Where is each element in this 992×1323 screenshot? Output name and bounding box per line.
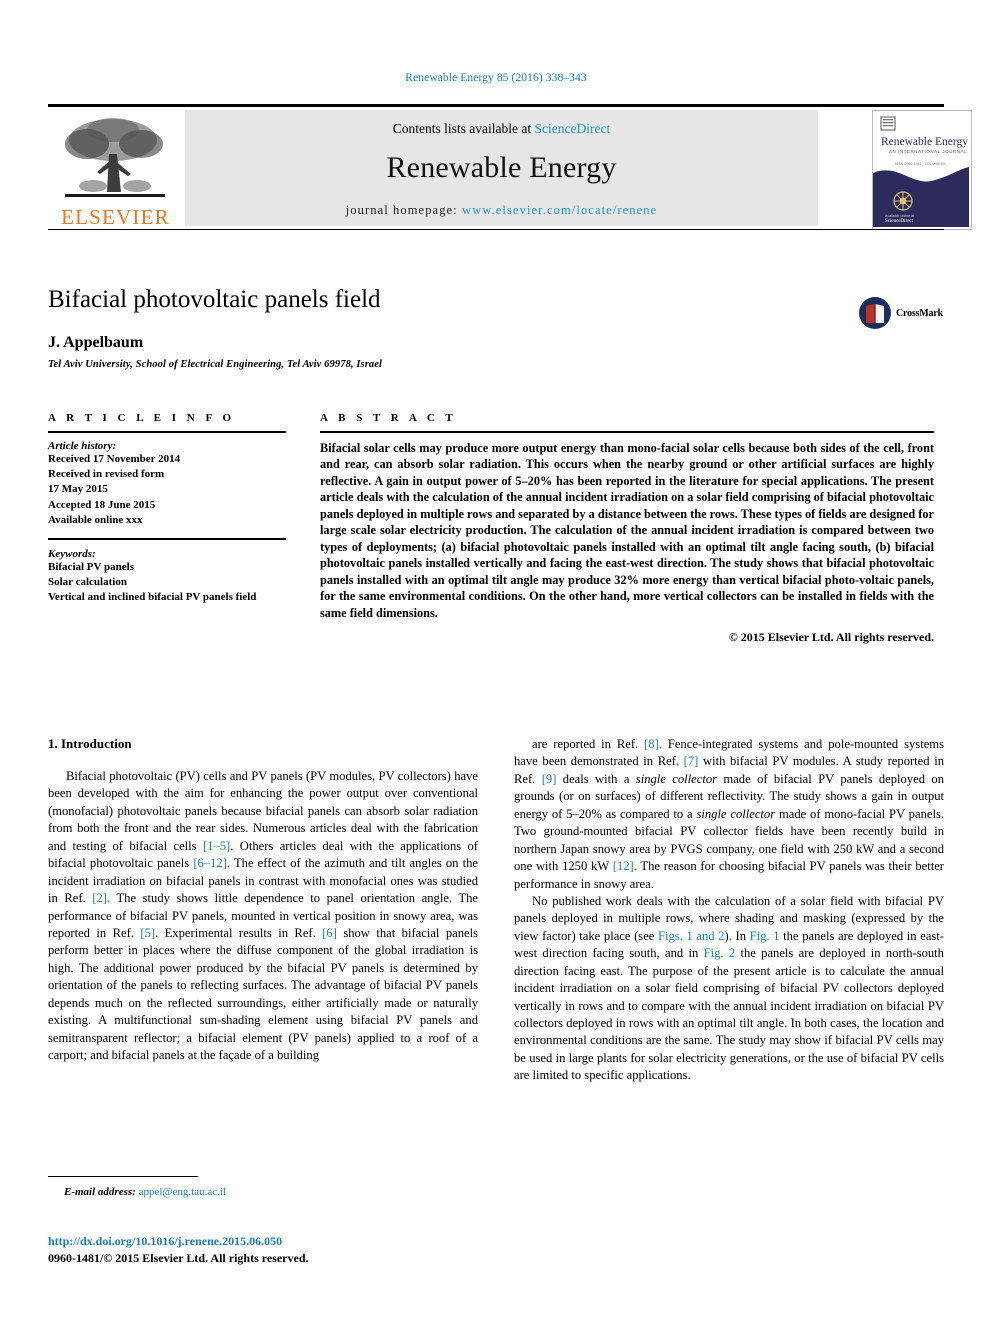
article-history-label: Article history: [48,440,117,452]
running-head: Renewable Energy 85 (2016) 338–343 [405,72,587,84]
contents-list-line: Contents lists available at ScienceDirec… [393,121,610,137]
journal-masthead: ELSEVIER Contents lists available at Sci… [48,104,972,232]
footnote-rule [48,1176,198,1177]
doi-link[interactable]: http://dx.doi.org/10.1016/j.renene.2015.… [48,1234,548,1249]
body-columns: 1. Introduction Bifacial photovoltaic (P… [48,736,944,1085]
info-abstract-row: A R T I C L E I N F O Article history: R… [48,412,944,645]
keyword-item: Solar calculation [48,576,127,589]
abstract-column: A B S T R A C T Bifacial solar cells may… [320,412,934,645]
journal-article-page: Renewable Energy 85 (2016) 338–343 ELSEV… [0,0,992,1323]
svg-text:AN INTERNATIONAL JOURNAL: AN INTERNATIONAL JOURNAL [889,149,967,154]
elsevier-tree-icon [64,118,165,197]
article-info-column: A R T I C L E I N F O Article history: R… [48,412,286,645]
homepage-url-link[interactable]: www.elsevier.com/locate/renene [462,203,657,217]
history-item: Received 17 November 2014 [48,453,181,465]
intro-paragraph-left: Bifacial photovoltaic (PV) cells and PV … [48,769,479,1062]
email-link[interactable]: appel@eng.tau.ac.il [139,1186,226,1198]
crossmark-label: CrossMark [896,307,943,319]
history-item: 17 May 2015 [48,483,108,496]
keyword-item: Vertical and inclined bifacial PV panels… [48,591,257,604]
email-footnote: E-mail address: appel@eng.tau.ac.il [48,1186,478,1198]
abstract-copyright: © 2015 Elsevier Ltd. All rights reserved… [728,630,934,645]
section-heading-introduction: 1. Introduction [48,736,132,751]
crossmark-badge[interactable]: CrossMark [858,287,944,339]
affiliation: Tel Aviv University, School of Electrica… [48,359,383,370]
sciencedirect-link[interactable]: ScienceDirect [535,121,611,136]
abstract-heading: A B S T R A C T [320,412,457,424]
abstract-text: Bifacial solar cells may produce more ou… [320,441,934,620]
article-info-heading: A R T I C L E I N F O [48,412,236,424]
journal-title: Renewable Energy [386,151,617,184]
body-left-column: 1. Introduction Bifacial photovoltaic (P… [48,736,478,1085]
page-title: Bifacial photovoltaic panels field [48,286,381,313]
masthead-top-rule [48,104,944,107]
elsevier-logo: ELSEVIER [48,110,183,228]
crossmark-icon [859,297,891,329]
email-label: E-mail address: [64,1186,136,1198]
doi-block: http://dx.doi.org/10.1016/j.renene.2015.… [48,1234,548,1266]
keyword-item: Bifacial PV panels [48,560,134,573]
author-list: J. Appelbaum [48,334,144,351]
history-item: Received in revised form [48,468,165,481]
svg-text:Renewable Energy: Renewable Energy [881,136,968,148]
history-item: Accepted 18 June 2015 [48,498,156,511]
svg-text:ScienceDirect: ScienceDirect [885,219,914,224]
title-block: Bifacial photovoltaic panels field J. Ap… [48,285,944,370]
masthead-bottom-rule [48,229,944,230]
abstract-divider [320,431,934,433]
journal-band: Contents lists available at ScienceDirec… [185,110,818,226]
body-right-column: are reported in Ref. [8]. Fence-integrat… [514,736,944,1085]
cover-artwork: Renewable Energy AN INTERNATIONAL JOURNA… [873,111,969,227]
homepage-prefix: journal homepage: [345,203,462,217]
article-info-divider [48,431,286,433]
journal-homepage-line: journal homepage: www.elsevier.com/locat… [346,203,658,218]
intro-paragraph-right-1: are reported in Ref. [8]. Fence-integrat… [514,737,945,891]
svg-text:ISSN 0960-1481 · VOLUME 85: ISSN 0960-1481 · VOLUME 85 [895,162,945,166]
footnote-area: E-mail address: appel@eng.tau.ac.il [48,1176,478,1198]
contents-prefix: Contents lists available at [392,121,535,136]
elsevier-wordmark: ELSEVIER [61,205,170,229]
svg-text:Available online at: Available online at [885,214,914,218]
keywords-label: Keywords: [48,547,96,560]
intro-paragraph-right-2: No published work deals with the calcula… [514,893,945,1083]
history-item: Available online xxx [48,513,143,526]
keywords-divider [48,537,286,540]
journal-cover-thumbnail: Renewable Energy AN INTERNATIONAL JOURNA… [872,110,972,230]
issn-copyright-line: 0960-1481/© 2015 Elsevier Ltd. All right… [48,1251,309,1265]
